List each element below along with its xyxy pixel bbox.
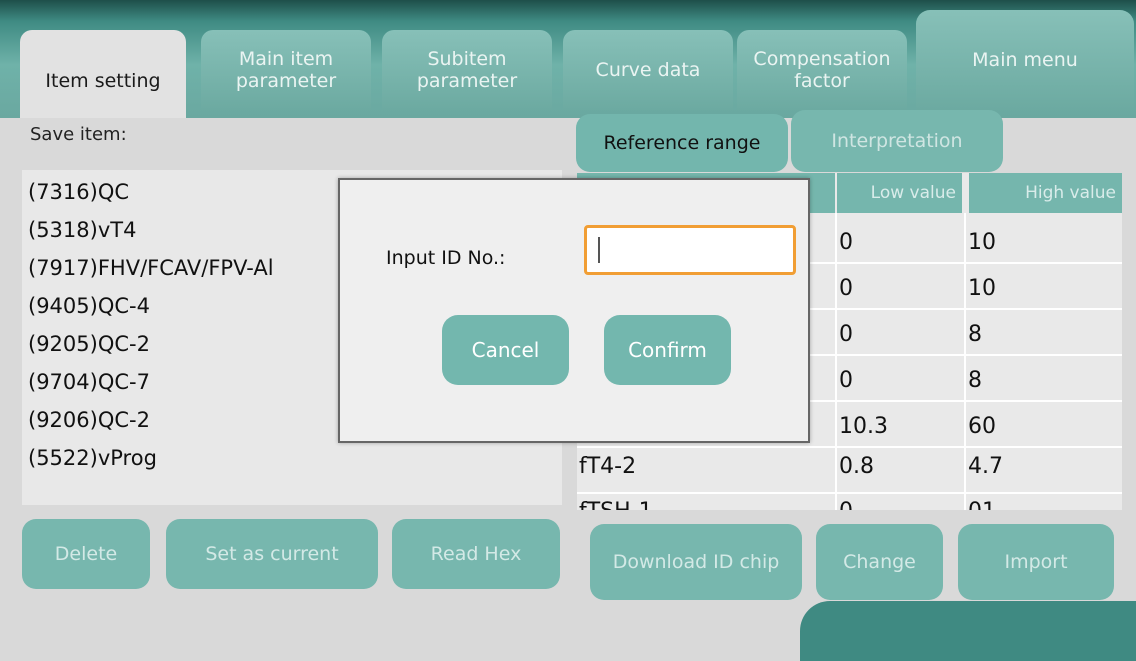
row-4-low: 0	[839, 368, 853, 393]
tab-compensation-factor[interactable]: Compensation factor	[737, 30, 907, 110]
row-6-name: fT4-2	[579, 454, 637, 479]
column-divider	[835, 213, 837, 510]
text-cursor	[598, 237, 600, 263]
row-7-low: 0	[839, 499, 853, 510]
list-item[interactable]: (9405)QC-4	[28, 294, 150, 318]
tab-main-item-line2: parameter	[235, 70, 337, 92]
list-item[interactable]: (9205)QC-2	[28, 332, 150, 356]
bottom-bar-shape	[800, 601, 1136, 661]
row-5-low: 10.3	[839, 414, 888, 439]
set-as-current-button[interactable]: Set as current	[166, 519, 378, 589]
list-item[interactable]: (7917)FHV/FCAV/FPV-Al	[28, 256, 274, 280]
row-3-low: 0	[839, 322, 853, 347]
delete-button[interactable]: Delete	[22, 519, 150, 589]
tab-main-menu[interactable]: Main menu	[916, 10, 1134, 110]
reference-range-toggle[interactable]: Reference range	[576, 114, 788, 172]
read-hex-button[interactable]: Read Hex	[392, 519, 560, 589]
tab-subitem-line1: Subitem	[427, 48, 507, 70]
row-2-high: 10	[968, 276, 996, 301]
row-6-high: 4.7	[968, 454, 1003, 479]
list-item[interactable]: (5522)vProg	[28, 446, 157, 470]
row-1-low: 0	[839, 230, 853, 255]
row-divider	[577, 446, 1122, 448]
tab-compensation-line2: factor	[794, 70, 850, 92]
list-item[interactable]: (7316)QC	[28, 180, 129, 204]
import-button[interactable]: Import	[958, 524, 1114, 600]
input-id-dialog: Input ID No.: Cancel Confirm	[338, 178, 810, 443]
tab-subitem-line2: parameter	[416, 70, 518, 92]
tab-curve-data-label: Curve data	[595, 59, 701, 81]
row-5-high: 60	[968, 414, 996, 439]
row-6-low: 0.8	[839, 454, 874, 479]
list-item[interactable]: (9704)QC-7	[28, 370, 150, 394]
tab-subitem-parameter[interactable]: Subitem parameter	[382, 30, 552, 110]
cancel-button[interactable]: Cancel	[442, 315, 569, 385]
list-item[interactable]: (9206)QC-2	[28, 408, 150, 432]
row-2-low: 0	[839, 276, 853, 301]
row-4-high: 8	[968, 368, 982, 393]
row-7-name: fTSH-1	[579, 499, 653, 510]
header-high-value: High value	[969, 173, 1122, 213]
tab-item-setting-label: Item setting	[45, 70, 161, 92]
tab-main-menu-label: Main menu	[972, 49, 1078, 71]
tab-compensation-line1: Compensation	[753, 48, 891, 70]
tab-main-item-parameter[interactable]: Main item parameter	[201, 30, 371, 110]
interpretation-toggle[interactable]: Interpretation	[791, 110, 1003, 172]
header-low-value: Low value	[837, 173, 962, 213]
list-item[interactable]: (5318)vT4	[28, 218, 136, 242]
tab-curve-data[interactable]: Curve data	[563, 30, 733, 110]
download-id-chip-button[interactable]: Download ID chip	[590, 524, 802, 600]
save-item-label: Save item:	[30, 124, 127, 145]
row-3-high: 8	[968, 322, 982, 347]
input-id-label: Input ID No.:	[386, 247, 506, 269]
tab-main-item-line1: Main item	[238, 48, 334, 70]
tab-item-setting[interactable]: Item setting	[20, 30, 186, 118]
change-button[interactable]: Change	[816, 524, 943, 600]
row-1-high: 10	[968, 230, 996, 255]
row-divider	[577, 492, 1122, 494]
row-7-high: 01	[968, 499, 996, 510]
column-divider	[964, 213, 966, 510]
id-number-input[interactable]	[584, 225, 796, 275]
confirm-button[interactable]: Confirm	[604, 315, 731, 385]
